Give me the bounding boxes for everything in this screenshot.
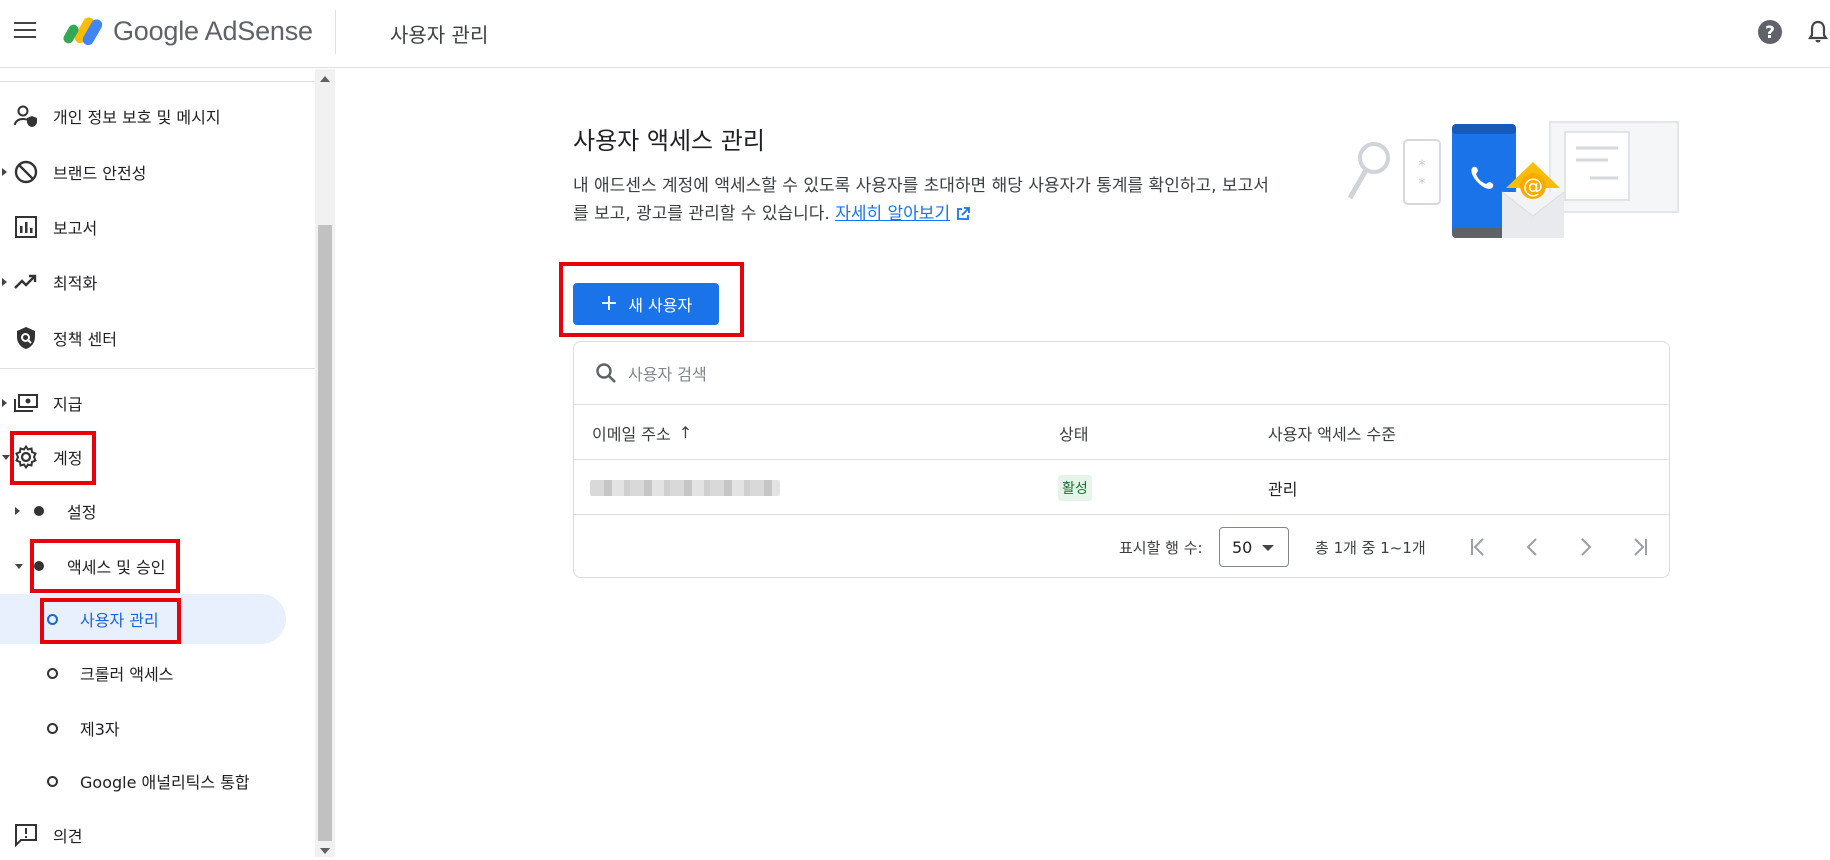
open-in-new-icon[interactable] <box>956 207 970 221</box>
table-row[interactable]: 활성 관리 <box>574 461 1669 515</box>
status-cell: 활성 <box>1058 461 1092 514</box>
expand-arrow-icon[interactable] <box>2 399 7 407</box>
policy-shield-icon <box>17 327 35 349</box>
sidebar-item-label: 지급 <box>53 395 83 414</box>
gear-icon <box>15 444 37 470</box>
bullet-dot-icon <box>34 561 44 571</box>
sidebar-subitem-settings[interactable]: 설정 <box>0 486 300 536</box>
bullet-ring-icon <box>47 613 58 625</box>
section-title: 사용자 액세스 관리 <box>573 127 765 155</box>
dropdown-caret-icon <box>1262 545 1274 551</box>
feedback-icon <box>15 824 37 848</box>
next-page-icon[interactable] <box>1572 533 1600 561</box>
section-description: 내 애드센스 계정에 액세스할 수 있도록 사용자를 초대하면 해당 사용자가 … <box>573 172 1283 228</box>
sidebar-item-reports[interactable]: 보고서 <box>0 202 300 252</box>
column-header-access-level[interactable]: 사용자 액세스 수준 <box>1268 406 1396 459</box>
sidebar-item-optimization[interactable]: 최적화 <box>0 257 300 307</box>
new-user-button-label: 새 사용자 <box>628 296 693 315</box>
access-level-cell: 관리 <box>1268 479 1298 499</box>
sidebar-item-label: 브랜드 안전성 <box>53 164 147 183</box>
person-shield-icon <box>14 105 37 127</box>
rows-per-page-value: 50 <box>1232 537 1253 557</box>
collapse-arrow-icon[interactable] <box>2 454 10 460</box>
sidebar-subitem-label: 제3자 <box>80 720 120 739</box>
expand-arrow-icon[interactable] <box>2 278 7 286</box>
sidebar-item-account[interactable]: 계정 <box>0 432 300 482</box>
trending-up-icon <box>14 274 37 289</box>
search-icon <box>596 363 616 383</box>
last-page-icon[interactable] <box>1626 533 1654 561</box>
sidebar-item-policy-center[interactable]: 정책 센터 <box>0 313 300 363</box>
sidebar-item-privacy-messaging[interactable]: 개인 정보 보호 및 메시지 <box>0 91 300 141</box>
first-page-icon[interactable] <box>1464 533 1492 561</box>
sidebar-item-label: 계정 <box>53 449 83 468</box>
sidebar-subitem-label: 설정 <box>67 503 97 522</box>
sidebar-divider <box>0 368 315 369</box>
block-icon <box>14 160 38 184</box>
bullet-ring-icon <box>47 775 58 787</box>
sidebar-item-feedback[interactable]: 의견 <box>0 810 300 860</box>
sidebar-subitem-crawler-access[interactable]: 크롤러 액세스 <box>0 648 300 698</box>
table-header: 이메일 주소 ↑ 상태 사용자 액세스 수준 <box>574 406 1669 460</box>
sidebar-subitem-label: 액세스 및 승인 <box>67 558 166 577</box>
plus-icon: + <box>599 291 619 316</box>
sidebar-item-label: 정책 센터 <box>53 330 117 349</box>
sidebar-item-label: 최적화 <box>53 274 98 293</box>
column-header-email[interactable]: 이메일 주소 ↑ <box>592 406 692 459</box>
notifications-icon[interactable] <box>1806 19 1830 45</box>
expand-arrow-icon[interactable] <box>15 507 20 515</box>
scroll-down-arrow-icon[interactable] <box>320 848 330 854</box>
svg-text:*: * <box>1419 158 1426 174</box>
sidebar-item-label: 의견 <box>53 827 83 846</box>
email-cell <box>590 461 780 514</box>
collapse-arrow-icon[interactable] <box>15 563 23 569</box>
top-app-bar: Google AdSense 사용자 관리 ? <box>0 0 1830 68</box>
bullet-ring-icon <box>47 667 58 679</box>
sidebar-subitem-google-analytics[interactable]: Google 애널리틱스 통합 <box>0 756 300 806</box>
redacted-email <box>590 479 780 496</box>
help-icon[interactable]: ? <box>1757 19 1783 45</box>
learn-more-link[interactable]: 자세히 알아보기 <box>835 204 950 224</box>
sidebar-subitem-label: 사용자 관리 <box>80 611 159 630</box>
hamburger-menu-icon[interactable] <box>14 22 38 40</box>
sidebar-item-label: 보고서 <box>53 219 98 238</box>
scrollbar-thumb[interactable] <box>318 225 332 841</box>
new-user-button[interactable]: + 새 사용자 <box>573 283 719 325</box>
sidebar-item-brand-safety[interactable]: 브랜드 안전성 <box>0 147 300 197</box>
bullet-dot-icon <box>34 506 44 516</box>
column-header-status[interactable]: 상태 <box>1059 406 1088 459</box>
sidebar-subitem-third-parties[interactable]: 제3자 <box>0 703 300 753</box>
sidebar-item-payments[interactable]: 지급 <box>0 378 300 428</box>
sidebar-item-label: 개인 정보 보호 및 메시지 <box>53 108 221 127</box>
search-bar <box>574 342 1669 405</box>
sort-ascending-icon[interactable]: ↑ <box>679 423 692 442</box>
header-divider <box>335 10 336 54</box>
rows-per-page-select[interactable]: 50 <box>1219 527 1289 567</box>
svg-text:@: @ <box>1523 174 1543 198</box>
sidebar-subitem-label: Google 애널리틱스 통합 <box>80 773 250 792</box>
pagination-range: 총 1개 중 1~1개 <box>1315 539 1426 557</box>
previous-page-icon[interactable] <box>1518 533 1546 561</box>
sidebar-subitem-label: 크롤러 액세스 <box>80 665 174 684</box>
sidebar-subitem-user-management[interactable]: 사용자 관리 <box>0 594 286 644</box>
users-table-card: 이메일 주소 ↑ 상태 사용자 액세스 수준 활성 관리 표시할 행 수: 50… <box>573 341 1670 578</box>
bar-chart-icon <box>15 216 37 238</box>
sidebar-top-divider <box>0 81 315 82</box>
expand-arrow-icon[interactable] <box>2 168 7 176</box>
page-title: 사용자 관리 <box>390 23 489 47</box>
scroll-up-arrow-icon[interactable] <box>320 76 330 82</box>
rows-per-page-label: 표시할 행 수: <box>1119 539 1203 557</box>
bullet-ring-icon <box>47 722 58 734</box>
payments-icon <box>14 394 38 412</box>
sidebar-subitem-access-authorization[interactable]: 액세스 및 승인 <box>0 541 300 591</box>
adsense-logo-icon <box>63 17 102 46</box>
user-access-illustration: * * @ <box>1347 121 1679 238</box>
svg-text:?: ? <box>1765 23 1775 43</box>
column-header-label: 이메일 주소 <box>592 424 671 444</box>
svg-text:*: * <box>1419 176 1426 192</box>
brand-name[interactable]: Google AdSense <box>113 16 313 47</box>
pagination-bar: 표시할 행 수: 50 총 1개 중 1~1개 <box>574 516 1669 578</box>
search-input[interactable] <box>628 360 1428 388</box>
status-badge: 활성 <box>1058 474 1092 501</box>
